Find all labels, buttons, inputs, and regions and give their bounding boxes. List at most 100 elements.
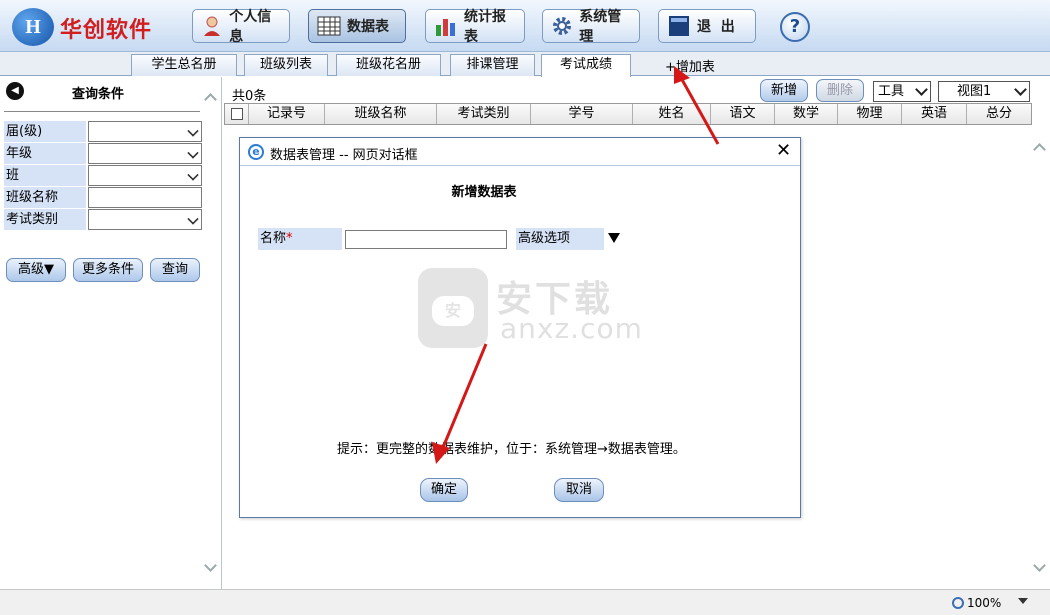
filter-label: 届(级)	[4, 121, 86, 142]
tab-exam-scores[interactable]: 考试成绩	[541, 54, 631, 77]
filter-label: 年级	[4, 143, 86, 164]
hint-text: 提示：更完整的数据表维护，位于：系统管理→数据表管理。	[337, 442, 686, 457]
help-icon[interactable]: ?	[780, 12, 810, 42]
select-all-checkbox[interactable]	[230, 108, 243, 120]
filter-label: 班级名称	[4, 187, 86, 208]
dialog-body: 新增数据表 名称* 高级选项 安 安下载 anxz.com 提示：更完整的数据表…	[240, 167, 800, 517]
new-table-dialog: e 数据表管理 -- 网页对话框 ✕ 新增数据表 名称* 高级选项 安 安下载 …	[239, 137, 801, 518]
brand-name: 华创软件	[60, 18, 153, 43]
name-label-text: 名称	[260, 231, 287, 246]
bar-chart-icon	[434, 15, 458, 37]
watermark-url: anxz.com	[500, 312, 643, 345]
scroll-up-icon[interactable]	[1033, 143, 1046, 156]
nav-button-reports[interactable]: 统计报表	[425, 9, 525, 45]
query-title: 查询条件	[72, 87, 125, 102]
chevron-down-icon	[187, 213, 199, 225]
column-header[interactable]: 总分	[967, 104, 1031, 124]
required-mark: *	[286, 231, 293, 246]
add-table-link[interactable]: +增加表	[665, 56, 715, 75]
nav-label: 统计报表	[464, 9, 506, 45]
tab-class-list[interactable]: 班级列表	[244, 54, 328, 76]
new-button[interactable]: 新增	[760, 79, 808, 102]
status-bar: 100%	[0, 589, 1050, 615]
main-scrollbar[interactable]	[1032, 137, 1048, 582]
class-select[interactable]	[88, 165, 202, 186]
top-bar: H 华创软件 个人信息 数据表 统计报表 系统管理 退 出 ?	[0, 0, 1050, 52]
grade-select[interactable]	[88, 143, 202, 164]
scroll-down-icon[interactable]	[204, 559, 217, 572]
shopping-bag-icon: 安	[418, 268, 488, 348]
logo-icon: H	[12, 8, 54, 46]
query-button[interactable]: 查询	[150, 258, 200, 282]
dialog-title: 数据表管理 -- 网页对话框	[270, 148, 418, 163]
nav-label: 退 出	[697, 19, 735, 35]
nav-button-system[interactable]: 系统管理	[542, 9, 640, 45]
chevron-down-icon	[187, 169, 199, 181]
view-select[interactable]: 视图1	[938, 81, 1030, 102]
filter-session: 届(级)	[4, 121, 202, 142]
cancel-button[interactable]: 取消	[554, 478, 604, 502]
nav-button-profile[interactable]: 个人信息	[192, 9, 290, 45]
column-header[interactable]: 学号	[531, 104, 633, 124]
column-header[interactable]: 物理	[838, 104, 902, 124]
delete-button[interactable]: 删除	[816, 79, 864, 102]
gear-icon	[551, 15, 573, 37]
browser-icon: e	[248, 144, 264, 160]
select-all-cell	[225, 104, 249, 124]
nav-button-exit[interactable]: 退 出	[658, 9, 756, 43]
dialog-titlebar: e 数据表管理 -- 网页对话框 ✕	[240, 138, 800, 166]
left-scrollbar[interactable]	[203, 77, 219, 582]
nav-label: 系统管理	[579, 9, 622, 45]
tab-strip: 学生总名册 班级列表 班级花名册 排课管理 考试成绩 +增加表	[0, 52, 1050, 77]
session-select[interactable]	[88, 121, 202, 142]
chevron-down-icon[interactable]	[1018, 598, 1028, 604]
magnifier-icon	[952, 597, 964, 609]
nav-label: 个人信息	[229, 9, 272, 45]
more-conditions-button[interactable]: 更多条件	[73, 258, 143, 282]
column-header[interactable]: 数学	[775, 104, 838, 124]
filter-class-name: 班级名称	[4, 187, 202, 208]
tab-schedule[interactable]: 排课管理	[450, 54, 535, 76]
class-name-input[interactable]	[88, 187, 202, 208]
filter-label: 考试类别	[4, 209, 86, 230]
record-count: 共0条	[232, 89, 267, 104]
column-header[interactable]: 班级名称	[325, 104, 437, 124]
ok-button[interactable]: 确定	[420, 478, 468, 502]
column-header[interactable]: 语文	[711, 104, 775, 124]
expand-triangle-icon[interactable]	[608, 233, 620, 243]
scroll-down-icon[interactable]	[1033, 559, 1046, 572]
zoom-level: 100%	[967, 596, 1002, 610]
table-name-input[interactable]	[345, 230, 507, 249]
advanced-options-label: 高级选项	[516, 228, 604, 250]
column-header[interactable]: 姓名	[633, 104, 711, 124]
zoom-control[interactable]: 100%	[952, 596, 1001, 610]
advanced-button[interactable]: 高级▼	[6, 258, 66, 282]
query-panel: ◀ 查询条件 届(级) 年级 班 班级名称 考试类别 高级▼ 更多条件 查询	[0, 77, 222, 589]
watermark: 安 安下载 anxz.com	[418, 268, 642, 350]
column-header[interactable]: 记录号	[249, 104, 325, 124]
scroll-up-icon[interactable]	[204, 93, 217, 106]
column-header[interactable]: 英语	[902, 104, 967, 124]
grid-header: 记录号 班级名称 考试类别 学号 姓名 语文 数学 物理 英语 总分	[224, 103, 1032, 125]
filter-exam-type: 考试类别	[4, 209, 202, 230]
divider	[4, 111, 200, 112]
chevron-down-icon	[187, 147, 199, 159]
collapse-left-icon[interactable]: ◀	[6, 82, 24, 100]
tab-student-roster[interactable]: 学生总名册	[131, 54, 237, 76]
tools-select[interactable]: 工具	[873, 81, 931, 102]
column-header[interactable]: 考试类别	[437, 104, 531, 124]
name-label: 名称*	[258, 228, 342, 250]
tools-select-value: 工具	[878, 84, 905, 99]
chevron-down-icon	[915, 83, 928, 96]
chevron-down-icon	[187, 125, 199, 137]
exit-icon	[667, 15, 691, 37]
chevron-down-icon	[1014, 83, 1027, 96]
exam-type-select[interactable]	[88, 209, 202, 230]
filter-label: 班	[4, 165, 86, 186]
filter-grade: 年级	[4, 143, 202, 164]
close-icon[interactable]: ✕	[776, 141, 791, 161]
table-grid-icon	[317, 15, 341, 37]
tab-class-roster[interactable]: 班级花名册	[336, 54, 441, 76]
dialog-heading: 新增数据表	[451, 185, 517, 200]
nav-button-datatable[interactable]: 数据表	[308, 9, 406, 43]
